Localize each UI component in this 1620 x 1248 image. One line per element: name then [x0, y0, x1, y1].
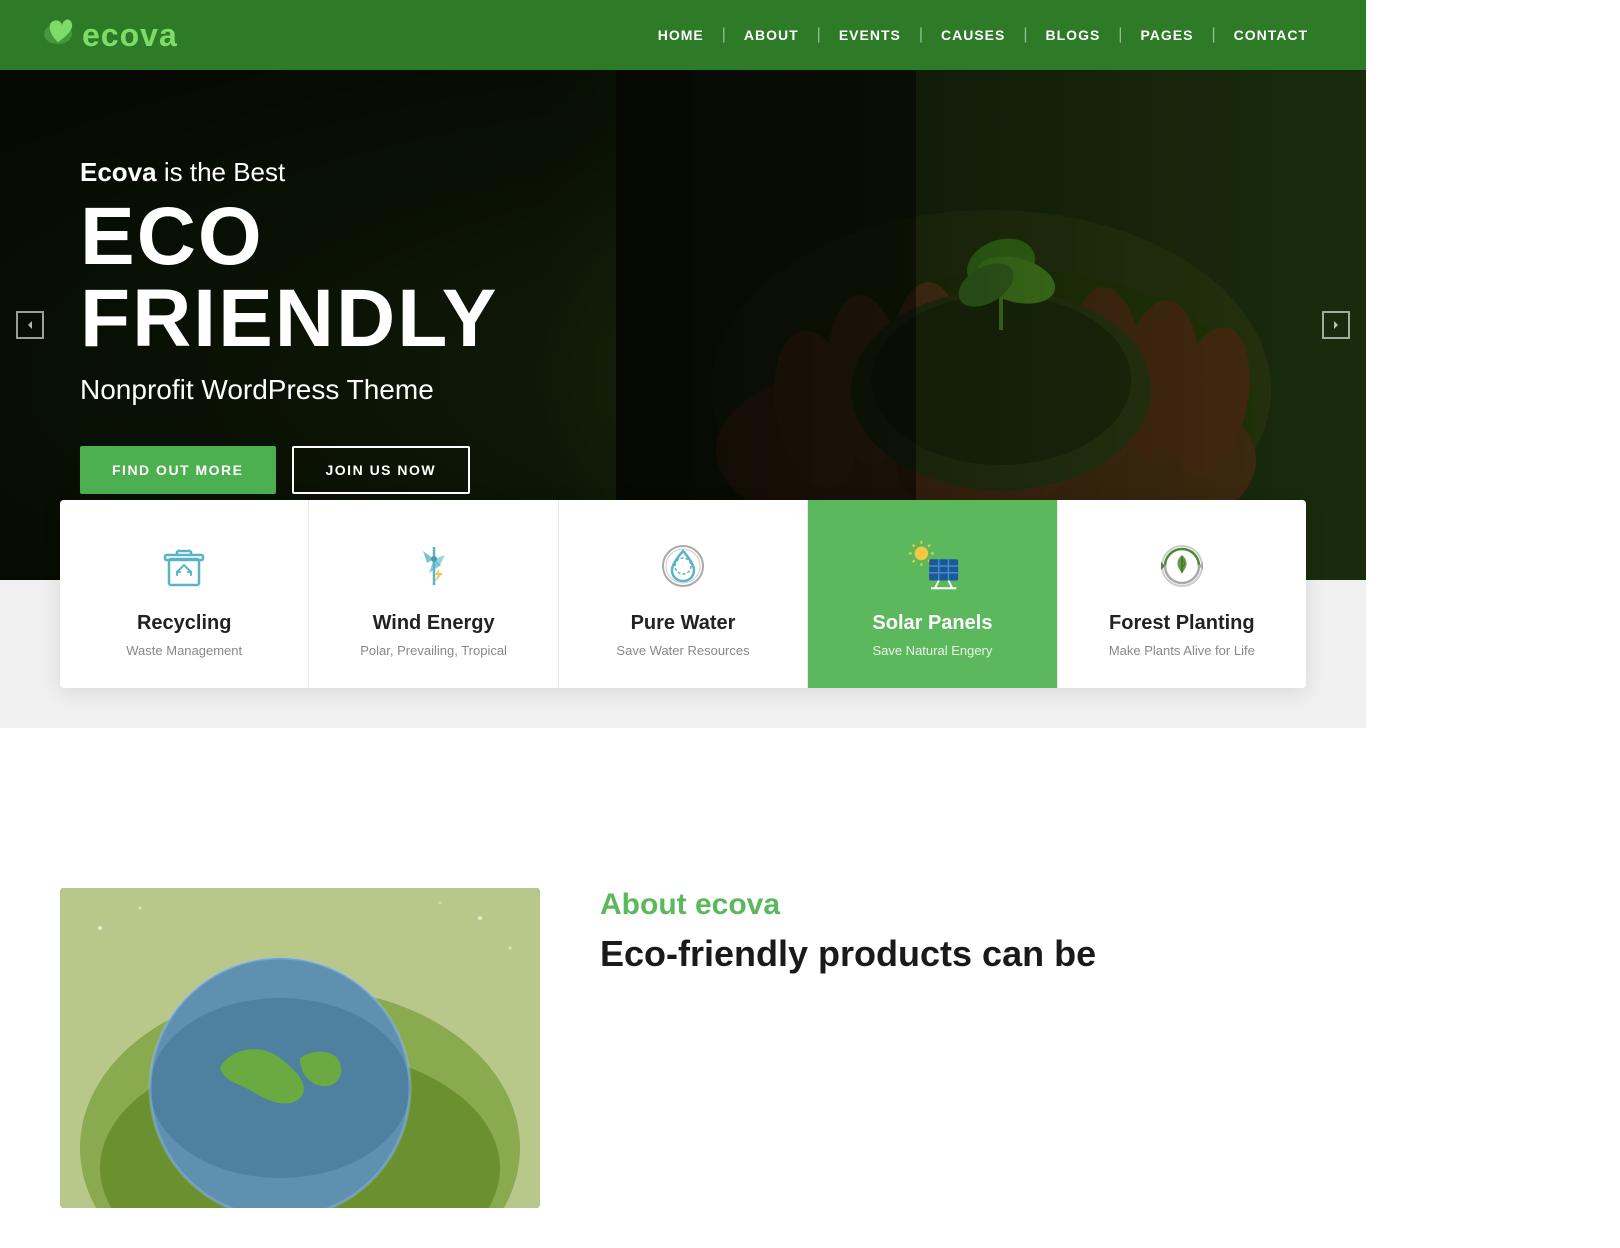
feature-recycling-name: Recycling	[137, 612, 231, 635]
about-label: About ecova	[600, 888, 1306, 922]
feature-solar-name: Solar Panels	[872, 612, 992, 635]
hero-title: ECO FRIENDLY	[80, 196, 620, 360]
nav-pages[interactable]: PAGES	[1122, 27, 1211, 43]
main-nav: HOME | ABOUT | EVENTS | CAUSES | BLOGS |…	[640, 26, 1326, 44]
hero-subtitle: Ecova is the Best	[80, 157, 620, 188]
slider-next-button[interactable]	[1322, 311, 1350, 339]
logo-icon	[40, 14, 76, 57]
nav-events[interactable]: EVENTS	[821, 27, 919, 43]
nav-home[interactable]: HOME	[640, 27, 722, 43]
nav-contact[interactable]: CONTACT	[1216, 27, 1326, 43]
feature-recycling[interactable]: Recycling Waste Management	[60, 500, 309, 688]
feature-solar-panels[interactable]: Solar Panels Save Natural Engery	[808, 500, 1057, 688]
feature-water-sub: Save Water Resources	[616, 643, 749, 658]
about-section: About ecova Eco-friendly products can be	[0, 828, 1366, 1248]
find-out-more-button[interactable]: FIND OUT MORE	[80, 446, 276, 494]
nav-causes[interactable]: CAUSES	[923, 27, 1023, 43]
nav-about[interactable]: ABOUT	[726, 27, 817, 43]
pure-water-icon	[653, 536, 713, 596]
nav-blogs[interactable]: BLOGS	[1028, 27, 1119, 43]
feature-solar-sub: Save Natural Engery	[872, 643, 992, 658]
header: ecova HOME | ABOUT | EVENTS | CAUSES | B…	[0, 0, 1366, 70]
about-text: About ecova Eco-friendly products can be	[600, 888, 1306, 975]
solar-panels-icon	[902, 536, 962, 596]
feature-pure-water[interactable]: Pure Water Save Water Resources	[559, 500, 808, 688]
logo[interactable]: ecova	[40, 14, 178, 57]
hero-content: Ecova is the Best ECO FRIENDLY Nonprofit…	[0, 157, 620, 494]
features-bar: Recycling Waste Management Wind Energy	[60, 500, 1306, 688]
about-image-bg	[60, 888, 540, 1208]
feature-forest-planting[interactable]: Forest Planting Make Plants Alive for Li…	[1058, 500, 1306, 688]
slider-prev-button[interactable]	[16, 311, 44, 339]
feature-wind-name: Wind Energy	[373, 612, 495, 635]
logo-text: ecova	[82, 17, 178, 54]
feature-wind-energy[interactable]: Wind Energy Polar, Prevailing, Tropical	[309, 500, 558, 688]
join-us-button[interactable]: JOIN US NOW	[292, 446, 471, 494]
hero-buttons: FIND OUT MORE JOIN US NOW	[80, 446, 620, 494]
wind-energy-icon	[404, 536, 464, 596]
about-heading: Eco-friendly products can be	[600, 932, 1306, 975]
feature-forest-name: Forest Planting	[1109, 612, 1255, 635]
about-image	[60, 888, 540, 1208]
hero-description: Nonprofit WordPress Theme	[80, 374, 620, 406]
recycling-icon	[154, 536, 214, 596]
feature-forest-sub: Make Plants Alive for Life	[1109, 643, 1255, 658]
feature-recycling-sub: Waste Management	[126, 643, 242, 658]
feature-wind-sub: Polar, Prevailing, Tropical	[360, 643, 507, 658]
forest-planting-icon	[1152, 536, 1212, 596]
feature-water-name: Pure Water	[631, 612, 736, 635]
